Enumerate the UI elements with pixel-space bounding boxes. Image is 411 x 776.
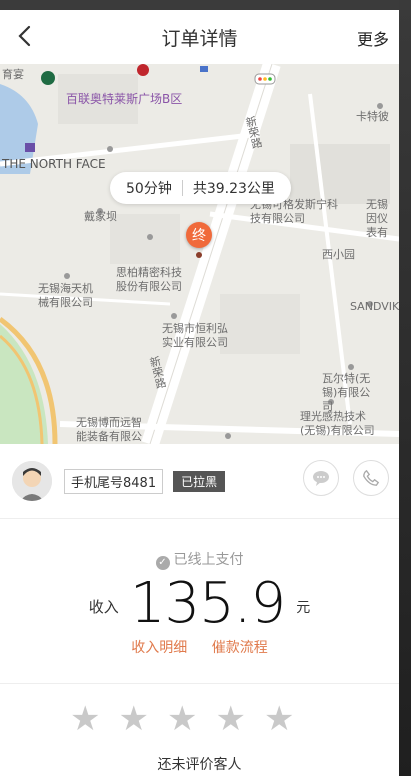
back-arrow-icon[interactable] [14,24,38,48]
income-detail-link[interactable]: 收入明细 [131,640,187,656]
background-edge [399,0,411,776]
map-label: THE NORTH FACE [2,157,106,171]
page-title: 订单详情 [161,27,238,50]
customer-info-row: 手机尾号8481 已拉黑 [0,444,399,519]
map-label: 无锡市恒利弘实业有限公司 [162,322,228,349]
route-divider [181,180,183,196]
check-icon: ✓ [155,556,170,570]
star-icon[interactable]: ★ [118,702,148,736]
route-time: 50分钟 [126,181,172,197]
income-amount: 135.9 [129,571,286,636]
top-bar: 订单详情 更多 [0,10,399,64]
star-icon[interactable]: ★ [167,702,197,736]
route-summary: 50分钟 共39.23公里 [110,172,291,204]
map-label: 理光感热技术(无锡)有限公司 [300,410,375,437]
payment-process-link[interactable]: 催款流程 [212,640,268,656]
rating-section: ★ ★ ★ ★ ★ 还未评价客人 [0,684,399,776]
app-frame: 订单详情 更多 百联奥特莱斯广场B区 THE NORTH FACE 新荣路 戴家… [0,0,399,776]
end-point-dot [196,252,202,258]
income-label: 收入 [88,598,119,616]
end-marker-icon: 终 [186,222,212,248]
map-label: SANDVIK [350,300,399,313]
chat-icon [313,471,329,486]
map-label: 无锡博而远智能装备有限公司 [76,416,142,443]
map-label: 思柏精密科技股份有限公司 [116,266,182,293]
payment-status-text: 已线上支付 [173,552,244,568]
payment-section: ✓ 已线上支付 收入 135.9 元 收入明细 催款流程 [0,519,399,684]
star-icon[interactable]: ★ [215,702,245,736]
route-map[interactable]: 百联奥特莱斯广场B区 THE NORTH FACE 新荣路 戴家坝 思柏精密科技… [0,64,399,444]
call-button[interactable] [353,460,389,496]
star-icon[interactable]: ★ [70,702,100,736]
phone-icon [363,469,380,486]
map-label: 西小园 [322,248,355,261]
route-distance: 共39.23公里 [192,181,275,197]
map-label: 无锡因仪表有 [366,198,388,239]
status-badge: 已拉黑 [173,470,226,492]
map-label: 无锡海天机械有限公司 [38,282,93,309]
more-button[interactable]: 更多 [357,26,389,50]
map-label: 戴家坝 [84,210,117,223]
map-label: 瓦尔特(无锡)有限公司 [322,372,371,413]
status-bar [0,0,399,10]
income-amount-row: 收入 135.9 元 [0,571,399,636]
star-icon[interactable]: ★ [264,702,294,736]
star-rating[interactable]: ★ ★ ★ ★ ★ [70,702,294,736]
rating-prompt: 还未评价客人 [157,757,242,773]
payment-status: ✓ 已线上支付 [0,549,399,570]
currency-unit: 元 [296,600,311,616]
message-button[interactable] [303,460,339,496]
map-label: 百联奥特莱斯广场B区 [66,92,183,106]
map-label: 育宴 [2,68,24,81]
phone-tail-tag: 手机尾号8481 [64,468,164,494]
avatar [12,461,52,501]
map-label: 卡特彼 [356,110,389,123]
payment-links: 收入明细 催款流程 [0,637,399,657]
